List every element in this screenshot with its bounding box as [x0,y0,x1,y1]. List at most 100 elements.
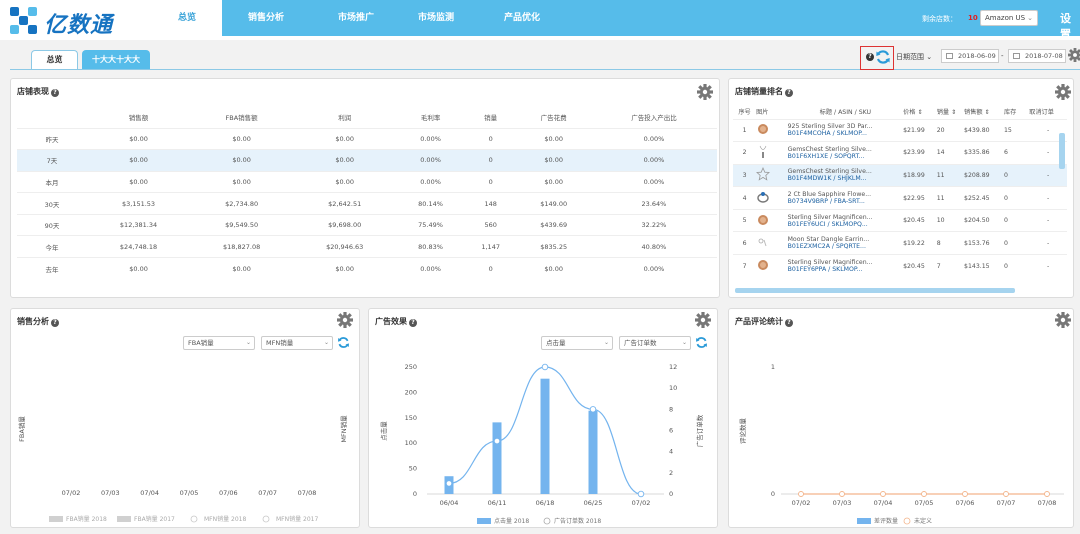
line-point[interactable] [839,491,845,497]
table-row[interactable]: 6 Moon Star Dangle Earrin... B01EZXMC2A / … [733,231,1067,255]
product-title[interactable]: 2 Ct Blue Sapphire Flowe... B0734V9BRP / … [787,186,904,210]
date-range-label[interactable]: 日期范围 ⌄ [896,52,932,62]
nav-tab-overview[interactable]: 总览 [152,0,222,40]
sales-amount: $335.86 [964,141,1004,165]
nav-tab-marketing[interactable]: 市场推广 [322,0,390,36]
legend-swatch [117,516,131,522]
y-tick-label-right: 10 [669,384,677,392]
table-row[interactable]: 2 GemsChest Sterling Silve... B01F6XH1XE /… [733,141,1067,165]
line-point[interactable] [445,480,453,487]
column-header[interactable]: 销售额 ⇕ [964,105,1004,119]
units-sold: 10 [936,208,965,232]
price: $20.45 [903,208,937,232]
line-point[interactable] [1003,491,1009,497]
remaining-stores-label: 剩余店数： [922,15,957,23]
help-icon[interactable]: ? [866,53,874,61]
rank-number: 2 [733,141,757,165]
table-cell: $18,827.08 [190,235,294,258]
help-icon[interactable]: ? [785,89,793,97]
y-tick-label-right: 6 [669,427,673,435]
table-cell: $0.00 [516,257,591,280]
settings-link[interactable]: 设置 [1060,10,1080,42]
x-tick-label: 07/06 [219,489,238,497]
table-row[interactable]: 5 Sterling Silver Magnificen... B01FEY6UCI… [733,208,1067,232]
line-point[interactable] [798,491,804,497]
line-point[interactable] [921,491,927,497]
y-tick-label-left: 0 [413,490,417,498]
legend-label: 点击量 2018 [494,517,529,525]
gear-icon[interactable] [1068,48,1080,62]
product-title[interactable]: Sterling Silver Magnificen... B01FEY6PPA … [787,254,904,278]
product-title[interactable]: Moon Star Dangle Earrin... B01EZXMC2A / S… [787,231,904,255]
product-title[interactable]: GemsChest Sterling Silve... B01F6XH1XE / … [787,141,904,165]
product-image [756,118,788,142]
product-image [756,141,788,165]
legend-marker [903,517,911,525]
table-row: 今年 $24,748.18 $18,827.08 $20,946.63 80.83% 1,… [17,235,717,258]
store-select[interactable]: Amazon US ⌄ [980,10,1038,26]
nav-tab-sales-analysis[interactable]: 销售分析 [232,0,300,36]
table-cell: 0.00% [396,149,465,172]
stock: 6 [1003,141,1030,165]
date-start-input[interactable]: 2018-06-09 [941,49,999,63]
table-row[interactable]: 7 Sterling Silver Magnificen... B01FEY6PPA… [733,254,1067,278]
table-cell: 560 [464,213,517,236]
gear-icon[interactable] [1055,84,1071,100]
y-tick-label-right: 0 [669,490,673,498]
line-point[interactable] [1044,491,1050,497]
date-end-input[interactable]: 2018-07-08 [1008,49,1066,63]
product-title[interactable]: Sterling Silver Magnificen... B01FEY6UCI … [787,208,904,232]
nav-tab-product-optimization[interactable]: 产品优化 [488,0,556,36]
x-tick-label: 06/18 [536,499,555,507]
table-cell: $0.00 [190,127,294,150]
product-title[interactable]: 925 Sterling Silver 3D Par... B01F4MCOHA … [787,118,904,142]
subtab-overview[interactable]: 总览 [31,50,78,69]
vertical-scrollbar[interactable] [1059,133,1065,169]
sales-rank-panel: 店铺销量排名? 序号 图片 标题 / ASIN / SKU 价格 ⇕ 销量 ⇕ … [728,78,1074,298]
table-row[interactable]: 4 2 Ct Blue Sapphire Flowe... B0734V9BRP /… [733,186,1067,210]
product-image [756,231,788,255]
bar[interactable] [492,422,502,494]
line-point[interactable] [637,490,645,498]
help-icon[interactable]: ? [51,89,59,97]
reviews-panel: 产品评论统计? 0 1 07/02 07/03 07/04 07/05 07/06 07/07… [728,308,1074,528]
bar[interactable] [540,378,550,494]
line-point[interactable] [541,363,549,371]
app-logo[interactable]: 亿数通 [8,3,138,39]
line-point[interactable] [589,406,597,413]
stock: 15 [1003,118,1030,142]
subtab-custom[interactable]: 十大大十大大 [82,50,150,69]
x-tick-label: 06/11 [488,499,507,507]
line-point[interactable] [880,491,886,497]
bar[interactable] [588,410,598,494]
product-title[interactable]: GemsChest Sterling Silve... B01F4MDW1K / … [787,163,904,187]
table-cell: 昨天 [17,127,87,150]
stock: 0 [1003,208,1030,232]
product-image [756,208,788,232]
horizontal-scrollbar[interactable] [735,288,1015,293]
table-cell: 80.14% [396,192,465,215]
column-header[interactable]: 销量 ⇕ [937,105,964,119]
table-cell: 148 [464,192,517,215]
table-row[interactable]: 1 925 Sterling Silver 3D Par... B01F4MCOHA… [733,118,1067,142]
refresh-icon[interactable] [875,49,891,65]
legend-label: 差评数量 [874,517,898,525]
table-cell: $0.00 [87,257,191,280]
x-tick-label: 07/08 [1038,499,1057,507]
table-cell: $0.00 [190,257,294,280]
line-point[interactable] [493,437,501,445]
x-tick-label: 07/08 [298,489,317,497]
column-header[interactable]: 价格 ⇕ [903,105,937,119]
table-cell: 本月 [17,170,87,193]
legend-label: MFN销量 2018 [204,515,246,523]
line-point[interactable] [962,491,968,497]
gear-icon[interactable] [697,84,713,100]
y-axis-label-right: 广告订单数 [695,414,704,447]
brand-name: 亿数通 [44,13,114,38]
legend-label: 广告订单数 2018 [554,517,601,525]
y-axis-label: 评论数量 [738,418,747,445]
rank-number: 3 [733,163,757,187]
table-row[interactable]: 3 GemsChest Sterling Silve... B01F4MDW1K /… [733,163,1067,187]
nav-tab-monitoring[interactable]: 市场监测 [402,0,470,36]
calendar-icon [946,53,953,59]
